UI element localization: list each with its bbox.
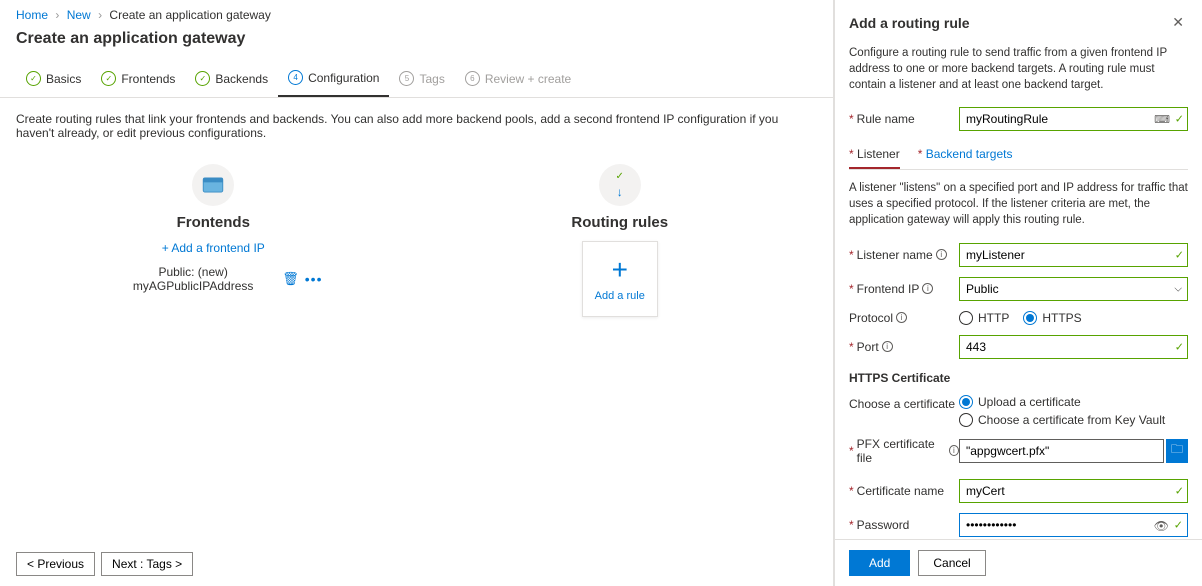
check-icon: ✓ (101, 71, 116, 86)
tab-tags: 5Tags (389, 60, 454, 97)
info-icon[interactable]: i (882, 341, 893, 352)
panel-description: Configure a routing rule to send traffic… (849, 45, 1188, 93)
frontends-column: Frontends + Add a frontend IP Public: (n… (100, 164, 327, 317)
close-icon[interactable]: ✕ (1168, 10, 1188, 35)
delete-icon[interactable]: 🗑 (282, 271, 299, 287)
chevron-down-icon: ⌵ (1174, 283, 1182, 294)
add-frontend-link[interactable]: + Add a frontend IP (162, 241, 265, 255)
frontend-ip-select[interactable] (959, 277, 1188, 301)
protocol-https-radio[interactable]: HTTPS (1023, 311, 1081, 325)
breadcrumb-current: Create an application gateway (109, 8, 270, 22)
tab-backends[interactable]: ✓Backends (185, 60, 278, 97)
breadcrumb: Home › New › Create an application gatew… (0, 0, 833, 26)
tab-basics[interactable]: ✓Basics (16, 60, 91, 97)
panel-title: Add a routing rule (849, 15, 970, 31)
cancel-button[interactable]: Cancel (918, 550, 985, 576)
check-icon: ✓ (1175, 484, 1184, 497)
upload-cert-radio[interactable]: Upload a certificate (959, 395, 1188, 409)
keyboard-icon: ⌨ (1154, 113, 1170, 126)
password-label: Password (857, 518, 910, 532)
listener-name-label: Listener name (857, 248, 933, 262)
eye-icon[interactable]: 👁 (1154, 519, 1169, 533)
check-icon: ✓ (1175, 113, 1184, 126)
choose-cert-label: Choose a certificate (849, 397, 955, 411)
keyvault-cert-radio[interactable]: Choose a certificate from Key Vault (959, 413, 1188, 427)
check-icon: ✓ (26, 71, 41, 86)
cert-name-input[interactable] (959, 479, 1188, 503)
breadcrumb-new[interactable]: New (67, 8, 91, 22)
tab-configuration[interactable]: 4Configuration (278, 60, 389, 97)
next-button[interactable]: Next : Tags > (101, 552, 193, 576)
page-title: Create an application gateway (0, 26, 833, 60)
step-number-icon: 6 (465, 71, 480, 86)
step-number-icon: 4 (288, 70, 303, 85)
routing-icon: ✓ ↓ (599, 164, 641, 206)
previous-button[interactable]: < Previous (16, 552, 95, 576)
frontend-entry-label: Public: (new) myAGPublicIPAddress (104, 265, 282, 293)
protocol-http-radio[interactable]: HTTP (959, 311, 1009, 325)
tab-review: 6Review + create (455, 60, 581, 97)
add-rule-label: Add a rule (595, 290, 645, 302)
frontends-title: Frontends (100, 214, 327, 231)
routing-column: ✓ ↓ Routing rules + Add a rule (507, 164, 734, 317)
protocol-label: Protocol (849, 311, 893, 325)
port-input[interactable] (959, 335, 1188, 359)
routing-title: Routing rules (507, 214, 734, 231)
add-rule-card[interactable]: + Add a rule (582, 241, 658, 317)
browse-file-button[interactable]: 🗀 (1166, 439, 1188, 463)
more-icon[interactable]: ••• (305, 271, 323, 287)
wizard-tabs: ✓Basics ✓Frontends ✓Backends 4Configurat… (0, 60, 833, 98)
check-icon: ✓ (1175, 340, 1184, 353)
info-icon[interactable]: i (949, 445, 959, 456)
subtab-listener[interactable]: * Listener (849, 141, 900, 169)
add-button[interactable]: Add (849, 550, 910, 576)
listener-name-input[interactable] (959, 243, 1188, 267)
info-icon[interactable]: i (922, 283, 933, 294)
step-number-icon: 5 (399, 71, 414, 86)
frontends-icon (192, 164, 234, 206)
tab-frontends[interactable]: ✓Frontends (91, 60, 185, 97)
cert-name-label: Certificate name (857, 484, 944, 498)
frontend-ip-label: Frontend IP (857, 282, 920, 296)
https-certificate-header: HTTPS Certificate (849, 371, 1188, 385)
check-icon: ✓ (1175, 248, 1184, 261)
pfx-file-label: PFX certificate file (857, 437, 946, 465)
frontend-entry: Public: (new) myAGPublicIPAddress 🗑 ••• (100, 255, 327, 297)
check-icon: ✓ (195, 71, 210, 86)
rule-name-label: Rule name (857, 112, 915, 126)
port-label: Port (857, 340, 879, 354)
breadcrumb-home[interactable]: Home (16, 8, 48, 22)
subtab-backend-targets[interactable]: * Backend targets (918, 141, 1013, 169)
routing-rule-panel: Add a routing rule ✕ Configure a routing… (834, 0, 1202, 586)
info-icon[interactable]: i (896, 312, 907, 323)
check-icon: ✓ (1174, 518, 1183, 531)
instruction-text: Create routing rules that link your fron… (0, 98, 833, 164)
info-icon[interactable]: i (936, 249, 947, 260)
pfx-file-input[interactable] (959, 439, 1164, 463)
plus-icon: + (612, 256, 628, 284)
listener-description: A listener "listens" on a specified port… (849, 180, 1188, 228)
